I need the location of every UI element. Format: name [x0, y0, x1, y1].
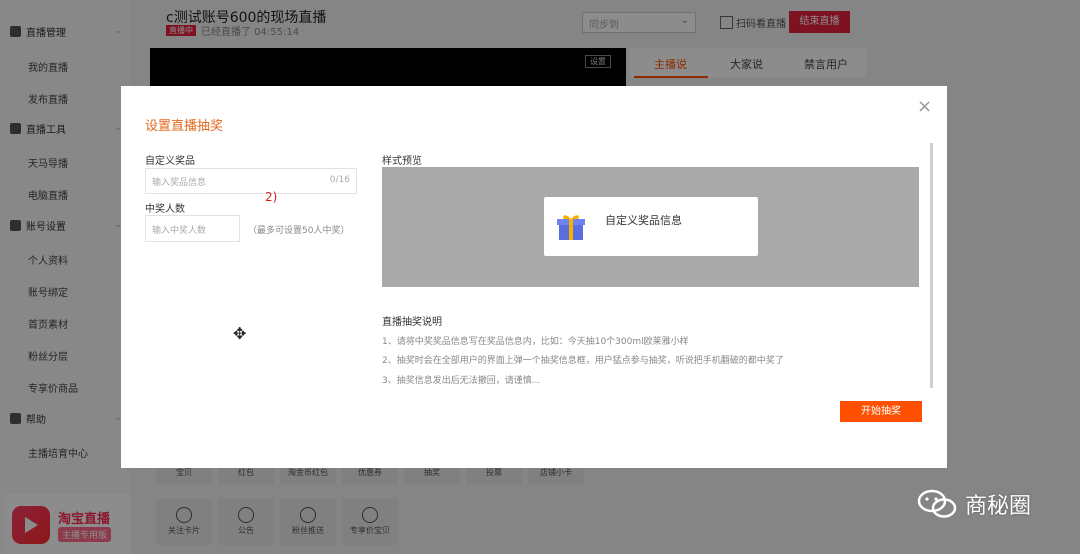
preview-card-text: 自定义奖品信息: [605, 214, 682, 227]
start-lottery-button[interactable]: 开始抽奖: [840, 401, 922, 422]
annotation-marker: 2): [265, 190, 278, 204]
rule-line: 2、抽奖时会在全部用户的界面上弹一个抽奖信息框，用户猛点参与抽奖，听说把手机翻破…: [382, 356, 784, 366]
winners-placeholder: 输入中奖人数: [152, 226, 207, 236]
preview-label: 样式预览: [382, 156, 422, 167]
dialog-title: 设置直播抽奖: [145, 119, 224, 134]
lottery-settings-dialog: 设置直播抽奖 × 自定义奖品 输入奖品信息 0/16 2) 中奖人数 输入中奖人…: [121, 86, 947, 468]
watermark: 商秘圈: [917, 488, 1031, 520]
wechat-icon: [917, 489, 957, 518]
gift-icon: [557, 215, 585, 240]
winners-hint: （最多可设置50人中奖）: [248, 226, 350, 236]
close-icon[interactable]: ×: [917, 98, 932, 116]
move-cursor-icon: ✥: [233, 324, 247, 343]
rule-line: 3、抽奖信息发出后无法撤回，请谨慎...: [382, 376, 541, 386]
watermark-text: 商秘圈: [965, 494, 1032, 519]
winners-count-input[interactable]: 输入中奖人数: [145, 215, 240, 242]
winners-label: 中奖人数: [145, 204, 185, 215]
rules-title: 直播抽奖说明: [382, 317, 442, 328]
prize-char-counter: 0/16: [329, 175, 350, 185]
preview-card: 自定义奖品信息: [544, 197, 758, 256]
prize-label: 自定义奖品: [145, 156, 195, 167]
prize-placeholder: 输入奖品信息: [152, 178, 207, 188]
rule-line: 1、请将中奖奖品信息写在奖品信息内，比如：今天抽10个300ml欧莱雅小样: [382, 337, 689, 347]
dialog-scrollbar[interactable]: [930, 143, 933, 388]
prize-input[interactable]: 输入奖品信息 0/16: [145, 168, 357, 194]
